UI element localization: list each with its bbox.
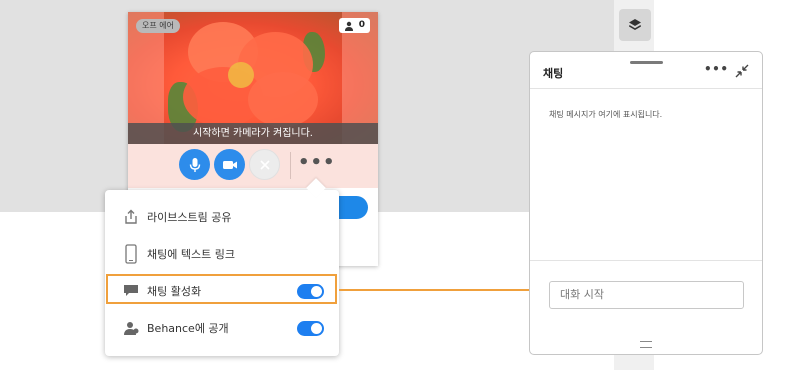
drag-handle[interactable] <box>630 61 663 64</box>
camera-preview: 오프 에어 0 시작하면 카메라가 켜집니다. <box>128 12 378 144</box>
menu-item-label: 라이브스트림 공유 <box>147 211 232 224</box>
off-air-badge: 오프 에어 <box>136 19 180 33</box>
menu-item-share-livestream[interactable]: 라이브스트림 공유 <box>105 201 339 233</box>
camera-notice: 시작하면 카메라가 켜집니다. <box>128 123 378 144</box>
share-icon <box>122 207 140 227</box>
end-stream-button[interactable] <box>249 149 280 180</box>
go-live-button[interactable] <box>338 196 368 219</box>
video-camera-icon <box>222 160 237 169</box>
microphone-icon <box>189 157 200 172</box>
chat-input-divider <box>530 260 762 261</box>
phone-icon <box>122 244 140 264</box>
chat-input[interactable]: 대화 시작 <box>549 281 744 309</box>
layers-icon <box>629 19 641 30</box>
viewer-count-value: 0 <box>358 20 365 30</box>
minimize-icon[interactable] <box>733 62 751 80</box>
close-icon <box>259 159 270 170</box>
microphone-button[interactable] <box>179 149 210 180</box>
stream-controls: ••• <box>128 144 378 188</box>
resize-handle-icon[interactable] <box>640 341 652 348</box>
highlight-connector <box>339 289 529 291</box>
chat-title: 채팅 <box>543 67 564 80</box>
behance-user-icon <box>122 318 140 338</box>
chat-more-button[interactable]: ••• <box>704 62 729 76</box>
more-options-button[interactable]: ••• <box>298 154 336 172</box>
menu-item-text-link[interactable]: 채팅에 텍스트 링크 <box>105 238 339 270</box>
behance-public-toggle[interactable] <box>297 320 324 336</box>
viewer-icon <box>344 21 353 31</box>
viewer-count: 0 <box>338 18 370 33</box>
layers-button[interactable] <box>619 9 651 41</box>
options-menu: 라이브스트림 공유 채팅에 텍스트 링크 채팅 활성화 Behance에 공개 <box>105 190 339 356</box>
highlight-frame <box>106 274 337 304</box>
chat-header-divider <box>530 88 762 89</box>
chat-empty-message: 채팅 메시지가 여기에 표시됩니다. <box>549 110 663 119</box>
menu-item-label: Behance에 공개 <box>147 322 229 335</box>
camera-button[interactable] <box>214 149 245 180</box>
menu-item-label: 채팅에 텍스트 링크 <box>147 248 235 261</box>
chat-panel: 채팅 ••• 채팅 메시지가 여기에 표시됩니다. 대화 시작 <box>529 51 763 355</box>
controls-divider <box>290 152 291 179</box>
menu-item-behance-public[interactable]: Behance에 공개 <box>105 312 339 344</box>
